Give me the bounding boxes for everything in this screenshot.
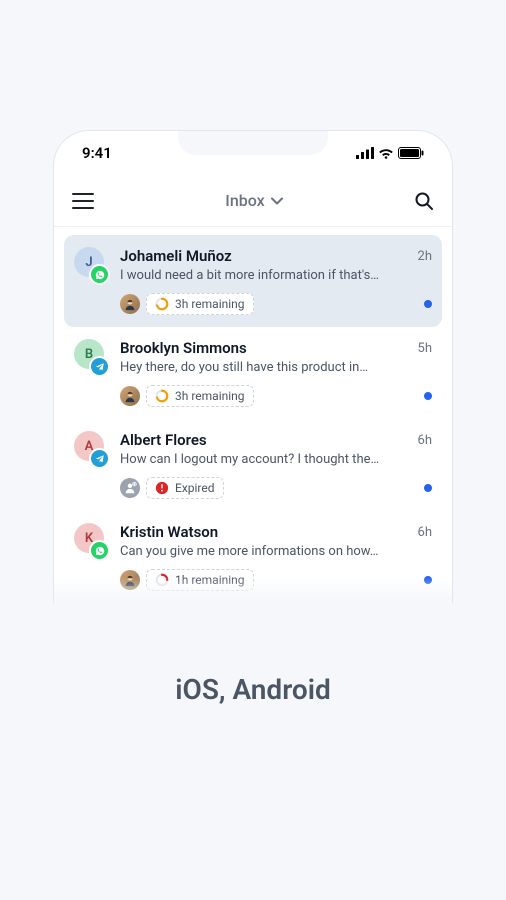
cellular-icon — [356, 147, 374, 159]
conversation-item[interactable]: K Kristin Watson 6h Can you give me more in… — [64, 511, 442, 603]
sla-chip: 3h remaining — [146, 385, 254, 407]
navbar: Inbox — [54, 175, 452, 227]
navbar-title: Inbox — [225, 191, 264, 210]
contact-avatar: K — [74, 523, 108, 557]
contact-avatar: J — [74, 247, 108, 281]
message-preview: Can you give me more informations on how… — [120, 544, 432, 559]
contact-name: Johameli Muñoz — [120, 247, 410, 265]
message-preview: Hey there, do you still have this produc… — [120, 360, 432, 375]
search-icon[interactable] — [414, 191, 434, 211]
contact-avatar: A — [74, 431, 108, 465]
sla-label: 3h remaining — [175, 389, 245, 403]
contact-name: Kristin Watson — [120, 523, 410, 541]
conversation-item[interactable]: A Albert Flores 6h How can I logout my acco… — [64, 419, 442, 511]
whatsapp-icon — [91, 542, 108, 559]
platform-caption: iOS, Android — [175, 673, 331, 706]
sla-chip: Expired — [146, 477, 224, 499]
unread-indicator — [424, 392, 432, 400]
timestamp: 2h — [418, 249, 432, 264]
conversation-list: J Johameli Muñoz 2h I would need a bit more… — [54, 227, 452, 603]
sla-ring-icon — [155, 573, 169, 587]
contact-name: Albert Flores — [120, 431, 410, 449]
battery-icon — [398, 147, 424, 159]
contact-name: Brooklyn Simmons — [120, 339, 410, 357]
contact-avatar: B — [74, 339, 108, 373]
timestamp: 6h — [418, 433, 432, 448]
unread-indicator — [424, 576, 432, 584]
inbox-selector[interactable]: Inbox — [225, 191, 282, 210]
notch — [178, 131, 328, 155]
conversation-item[interactable]: J Johameli Muñoz 2h I would need a bit more… — [64, 235, 442, 327]
sla-label: Expired — [175, 481, 215, 495]
timestamp: 6h — [418, 525, 432, 540]
sla-chip: 3h remaining — [146, 293, 254, 315]
message-preview: How can I logout my account? I thought t… — [120, 452, 432, 467]
chevron-down-icon — [271, 197, 283, 205]
expired-icon — [155, 481, 169, 495]
telegram-icon — [91, 358, 108, 375]
sla-ring-icon — [155, 389, 169, 403]
whatsapp-icon — [91, 266, 108, 283]
conversation-item[interactable]: B Brooklyn Simmons 5h Hey there, do you sti… — [64, 327, 442, 419]
unread-indicator — [424, 484, 432, 492]
phone-frame: 9:41 Inbox J Johameli Muñoz 2h I would need… — [53, 130, 453, 603]
assignee-avatar — [120, 294, 140, 314]
sla-chip: 1h remaining — [146, 569, 254, 591]
wifi-icon — [378, 147, 394, 159]
sla-label: 3h remaining — [175, 297, 245, 311]
unread-indicator — [424, 300, 432, 308]
timestamp: 5h — [418, 341, 432, 356]
unassigned-avatar — [120, 478, 140, 498]
telegram-icon — [91, 450, 108, 467]
sla-label: 1h remaining — [175, 573, 245, 587]
message-preview: I would need a bit more information if t… — [120, 268, 432, 283]
menu-button[interactable] — [72, 193, 94, 209]
clock: 9:41 — [82, 144, 112, 162]
assignee-avatar — [120, 386, 140, 406]
assignee-avatar — [120, 570, 140, 590]
sla-ring-icon — [155, 297, 169, 311]
